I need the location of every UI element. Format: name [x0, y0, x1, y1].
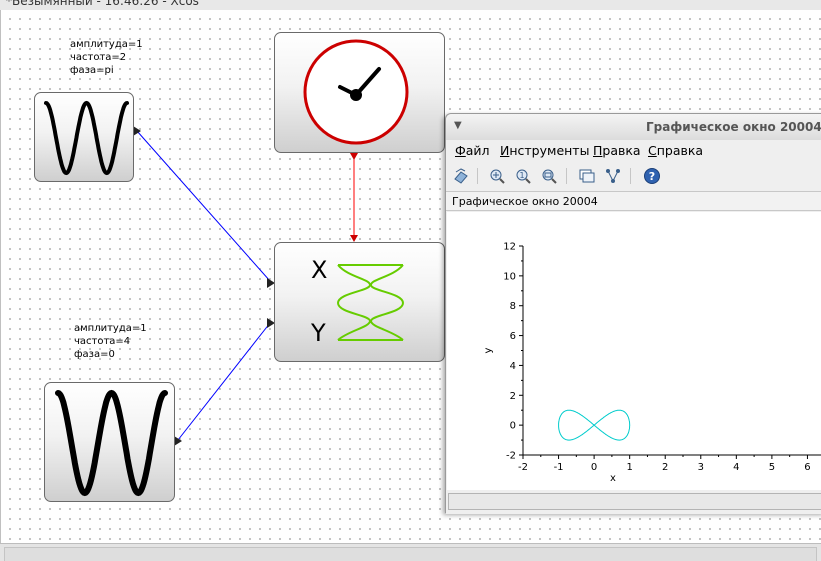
menu-tools[interactable]: Инструменты	[500, 143, 589, 158]
x-axis-label: x	[610, 473, 616, 484]
x-tick-label: 3	[698, 462, 704, 473]
x-tick-label: 1	[626, 462, 632, 473]
toolbar-separator	[477, 168, 478, 184]
window-menu-icon[interactable]: ▼	[454, 120, 462, 131]
xcos-title-bar[interactable]: *Безымянный - 16:46:26 - Xcos	[0, 0, 821, 10]
menu-bar: Файл Инструменты Правка Справка	[446, 140, 821, 162]
x-tick-label: 2	[662, 462, 668, 473]
xcos-status-bar	[0, 543, 821, 561]
scope-y-label: Y	[310, 319, 326, 347]
x-tick-label: 5	[769, 462, 775, 473]
plot-area[interactable]: -2024681012-2-101234567yx	[447, 212, 821, 490]
sine1-frequency: частота=2	[70, 52, 127, 63]
menu-tools-label: нструменты	[509, 143, 590, 158]
rotate-3d-icon[interactable]	[452, 167, 470, 185]
editor-icon[interactable]	[604, 167, 622, 185]
menu-file[interactable]: Файл	[455, 143, 490, 158]
svg-text:1: 1	[520, 171, 525, 180]
menu-help[interactable]: Справка	[648, 143, 703, 158]
figure-label: Графическое окно 20004	[452, 195, 598, 208]
graphic-window-title-bar[interactable]: ▼ Графическое окно 20004	[446, 114, 821, 140]
y-axis-label: y	[483, 347, 494, 353]
cscopxy-scope-block[interactable]: X Y	[274, 242, 445, 362]
sine-generator-block-2[interactable]	[44, 382, 175, 502]
series-line-lissajous	[558, 409, 631, 441]
status-field	[4, 547, 817, 561]
sine-generator-block-1[interactable]	[34, 92, 134, 182]
svg-text:?: ?	[649, 170, 655, 183]
zoom-grid-icon[interactable]	[488, 167, 506, 185]
sine2-params: амплитуда=1 частота=4 фаза=0	[74, 322, 147, 361]
zoom-reset-icon[interactable]	[540, 167, 558, 185]
menu-edit-label: равка	[602, 143, 641, 158]
y-tick-label: 0	[510, 421, 516, 432]
x-tick-label: 6	[804, 462, 810, 473]
x-tick-label: -1	[554, 462, 564, 473]
toolbar-separator	[630, 168, 631, 184]
xy-figure-icon	[336, 264, 405, 341]
sine2-frequency: частота=4	[74, 336, 131, 347]
x-tick-label: 4	[733, 462, 739, 473]
help-icon[interactable]: ?	[643, 167, 661, 185]
x-tick-label: -2	[518, 462, 528, 473]
sine2-amplitude: амплитуда=1	[74, 323, 147, 334]
y-tick-label: 8	[510, 301, 516, 312]
menu-help-mnemonic: С	[648, 143, 657, 158]
sine1-phase: фаза=pi	[70, 65, 114, 76]
sine2-phase: фаза=0	[74, 349, 115, 360]
menu-edit-mnemonic: П	[593, 143, 603, 158]
toolbar: 1 ?	[446, 163, 821, 189]
menu-tools-mnemonic: И	[500, 143, 510, 158]
menu-file-mnemonic: Ф	[455, 143, 466, 158]
y-tick-label: -2	[506, 451, 516, 462]
scope-x-label: X	[311, 256, 327, 284]
sine1-params: амплитуда=1 частота=2 фаза=pi	[70, 38, 143, 77]
y-tick-label: 12	[503, 242, 516, 253]
y-tick-label: 2	[510, 391, 516, 402]
toolbar-separator	[566, 168, 567, 184]
window-title: *Безымянный - 16:46:26 - Xcos	[6, 0, 199, 8]
sine1-amplitude: амплитуда=1	[70, 39, 143, 50]
sine-wave-icon	[55, 389, 168, 497]
menu-file-label: айл	[465, 143, 490, 158]
y-tick-label: 4	[510, 361, 516, 372]
y-tick-label: 6	[510, 331, 516, 342]
x-tick-label: 0	[591, 462, 597, 473]
y-tick-label: 10	[503, 271, 516, 282]
sine-wave-icon	[44, 100, 129, 176]
graphic-window-bottom-bar	[446, 491, 821, 514]
clock-block[interactable]	[274, 32, 445, 153]
xy-plot: -2024681012-2-101234567yx	[483, 242, 821, 484]
datatip-icon[interactable]	[578, 167, 596, 185]
figure-info-bar: Графическое окно 20004	[446, 191, 821, 211]
graphic-window[interactable]: ▼ Графическое окно 20004 Файл Инструмент…	[445, 113, 821, 514]
graphic-window-status-field	[448, 493, 821, 510]
xy-scope-icon: X Y	[310, 256, 405, 347]
menu-edit[interactable]: Правка	[593, 143, 641, 158]
menu-help-label: правка	[656, 143, 704, 158]
zoom-in-icon[interactable]: 1	[514, 167, 532, 185]
graphic-window-title: Графическое окно 20004	[646, 120, 821, 134]
clock-icon	[303, 39, 409, 145]
